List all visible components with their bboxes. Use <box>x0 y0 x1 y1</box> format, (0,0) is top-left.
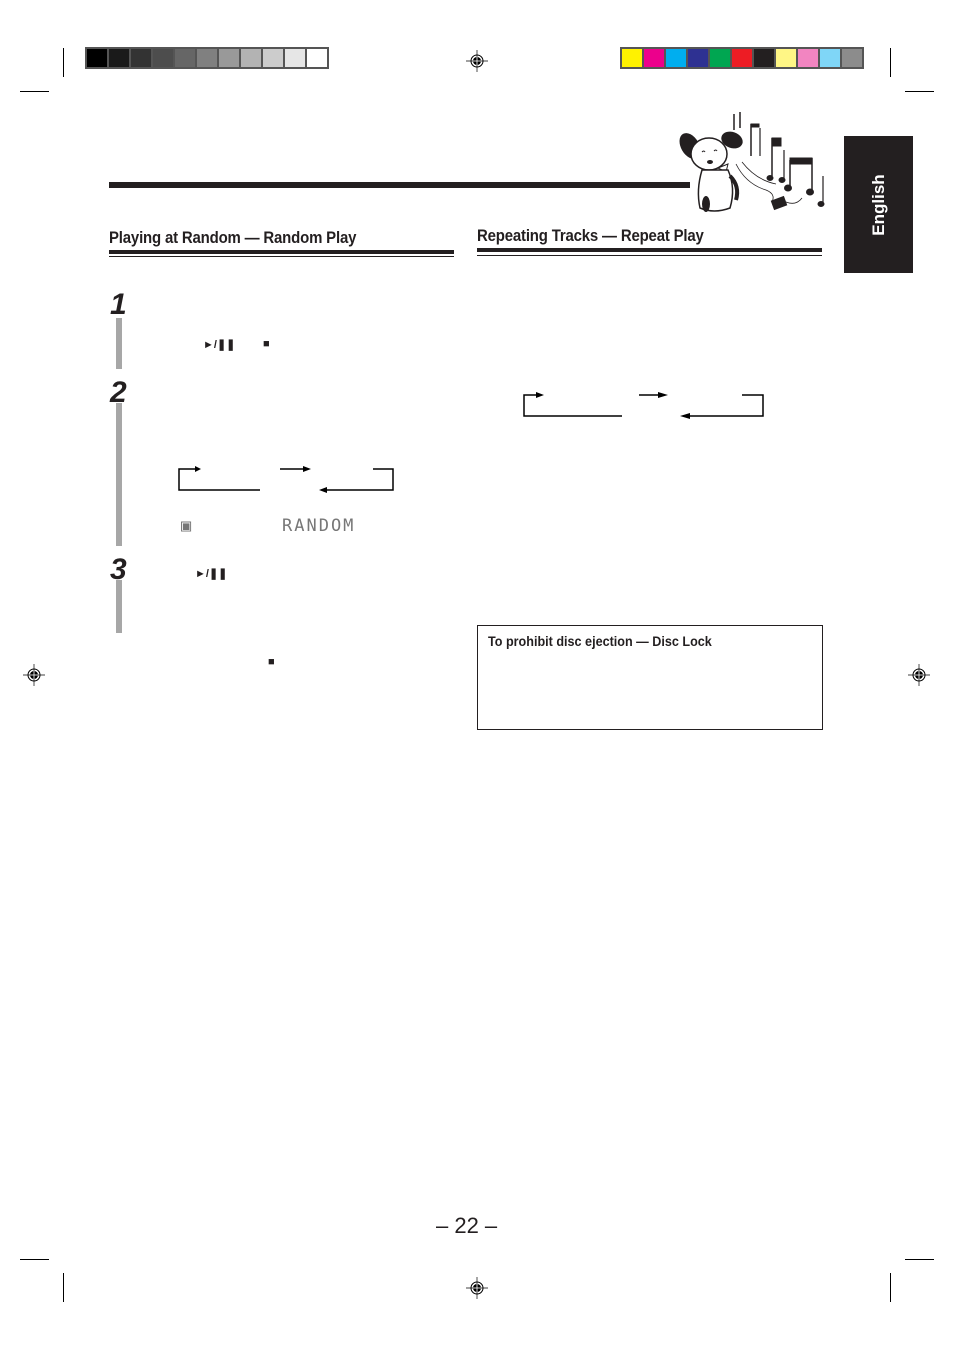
random-play-heading: Playing at Random — Random Play <box>109 228 357 247</box>
registration-mark-icon <box>23 664 45 686</box>
heading-rule <box>109 256 454 257</box>
step-number: 1 <box>110 288 127 321</box>
crop-mark <box>63 48 64 77</box>
crop-mark <box>63 1273 64 1302</box>
heading-rule <box>477 255 822 256</box>
color-swatch <box>622 49 642 67</box>
color-swatch <box>820 49 840 67</box>
dog-music-illustration-icon <box>679 112 825 212</box>
color-swatch <box>131 49 151 67</box>
lcd-disc-indicator: ▣ <box>181 516 194 536</box>
lcd-random-indicator: RANDOM <box>282 516 356 536</box>
stop-icon: ■ <box>263 338 270 350</box>
color-calibration-bar <box>620 47 864 69</box>
color-swatch <box>644 49 664 67</box>
language-tab: English <box>844 136 913 273</box>
disc-lock-title: To prohibit disc ejection — Disc Lock <box>488 633 712 649</box>
language-tab-label: English <box>868 173 888 236</box>
crop-mark <box>20 91 49 92</box>
repeat-play-heading: Repeating Tracks — Repeat Play <box>477 226 704 245</box>
color-swatch <box>285 49 305 67</box>
play-pause-icon: ►/❚❚ <box>195 568 228 580</box>
color-swatch <box>710 49 730 67</box>
registration-mark-icon <box>908 664 930 686</box>
color-swatch <box>776 49 796 67</box>
step-bar <box>116 318 122 369</box>
color-swatch <box>842 49 862 67</box>
crop-mark <box>890 48 891 77</box>
color-swatch <box>197 49 217 67</box>
registration-mark-icon <box>466 50 488 72</box>
grayscale-calibration-bar <box>85 47 329 69</box>
registration-mark-icon <box>466 1277 488 1299</box>
color-swatch <box>109 49 129 67</box>
repeat-cycle-diagram <box>523 392 764 419</box>
header-rule <box>109 182 690 188</box>
heading-rule <box>477 248 822 252</box>
color-swatch <box>798 49 818 67</box>
color-swatch <box>732 49 752 67</box>
crop-mark <box>905 1259 934 1260</box>
mode-cycle-diagram <box>178 466 394 493</box>
heading-rule <box>109 250 454 254</box>
color-swatch <box>87 49 107 67</box>
color-swatch <box>263 49 283 67</box>
color-swatch <box>175 49 195 67</box>
color-swatch <box>688 49 708 67</box>
step-bar <box>116 403 122 546</box>
step-bar <box>116 580 122 633</box>
color-swatch <box>241 49 261 67</box>
disc-lock-box: To prohibit disc ejection — Disc Lock <box>477 625 823 730</box>
color-swatch <box>754 49 774 67</box>
crop-mark <box>20 1259 49 1260</box>
stop-icon: ■ <box>268 656 275 668</box>
crop-mark <box>905 91 934 92</box>
color-swatch <box>666 49 686 67</box>
crop-mark <box>890 1273 891 1302</box>
play-pause-icon: ►/❚❚ <box>203 339 236 351</box>
color-swatch <box>153 49 173 67</box>
color-swatch <box>219 49 239 67</box>
page-number: – 22 – <box>436 1213 498 1238</box>
color-swatch <box>307 49 327 67</box>
